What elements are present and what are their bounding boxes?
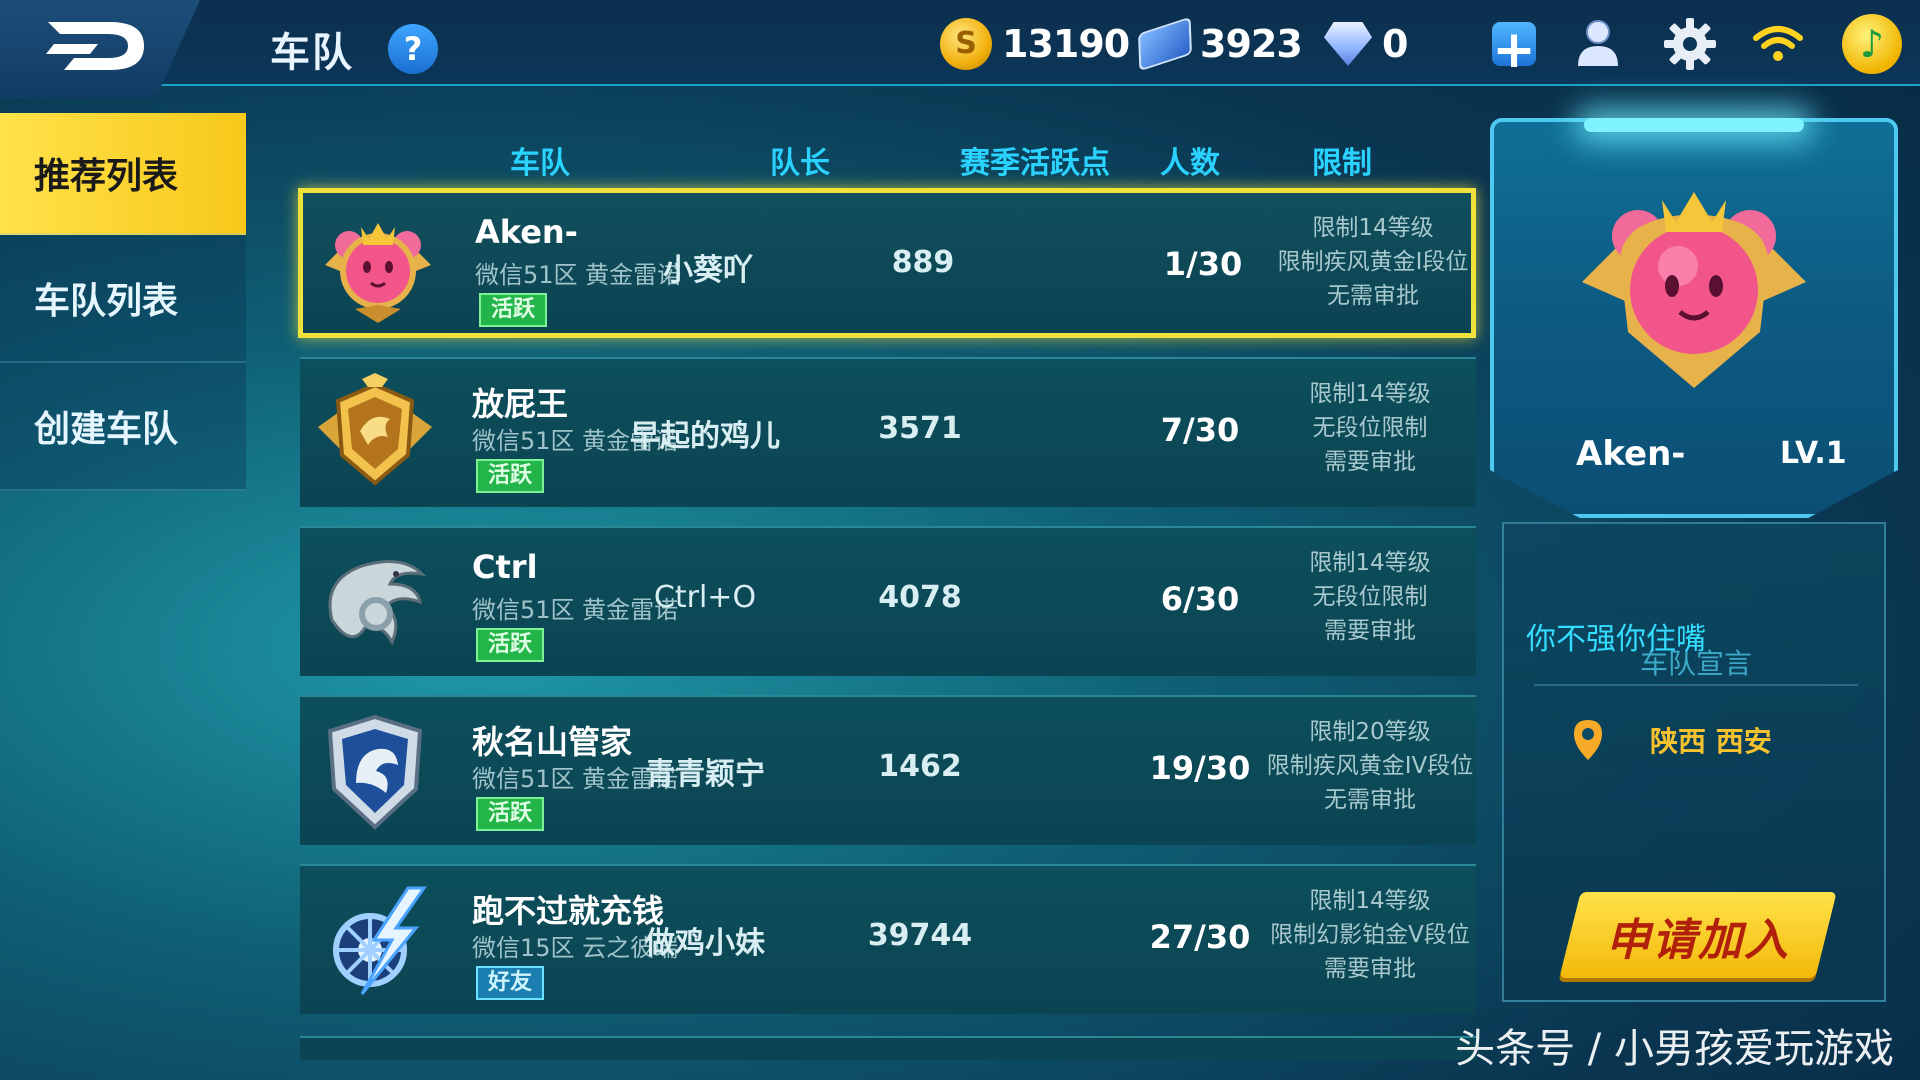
wifi-signal-icon xyxy=(1753,26,1803,61)
captain-name: 青青颖宁 xyxy=(645,757,765,792)
friends-icon[interactable] xyxy=(1568,14,1628,74)
active-badge: 活跃 xyxy=(479,293,548,327)
limit-level: 限制20等级 xyxy=(1309,719,1431,745)
header-members: 人数 xyxy=(1160,146,1220,181)
ticket-counter: 3923 xyxy=(1137,16,1303,72)
limit-level: 限制14等级 xyxy=(1309,888,1431,914)
captain-name: Ctrl+O xyxy=(653,580,757,615)
ticket-value: 3923 xyxy=(1200,22,1303,66)
pink-crown-emblem-large-icon xyxy=(1582,192,1806,388)
team-limits: 限制14等级 无段位限制 需要审批 xyxy=(1240,546,1500,648)
coin-icon: S xyxy=(940,18,992,70)
gold-eagle-emblem-icon xyxy=(318,373,432,486)
season-points: 889 xyxy=(891,245,955,280)
blue-shield-emblem-icon xyxy=(327,714,423,830)
limit-rank: 限制疾风黄金I段位 xyxy=(1277,249,1469,275)
team-name: Ctrl xyxy=(472,548,538,586)
next-row-partial[interactable] xyxy=(300,1036,1476,1060)
apply-join-label[interactable]: 申请加入 xyxy=(1570,904,1826,968)
settings-gear-icon[interactable] xyxy=(1660,14,1720,74)
limit-approval: 无需审批 xyxy=(1327,283,1419,309)
team-limits: 限制14等级 无段位限制 需要审批 xyxy=(1240,377,1500,479)
page-title: 车队 xyxy=(270,30,354,76)
pink-crown-emblem-icon xyxy=(325,223,431,323)
active-badge: 活跃 xyxy=(476,628,545,662)
friend-badge: 好友 xyxy=(476,966,545,1000)
captain-name: 早起的鸡儿 xyxy=(630,419,780,454)
team-limits: 限制14等级 限制疾风黄金I段位 无需审批 xyxy=(1243,211,1503,313)
add-currency-icon[interactable]: + xyxy=(1492,22,1536,78)
team-row[interactable]: 跑不过就充钱 微信15区 云之彼端 好友 做鸡小妹 39744 27/30 限制… xyxy=(300,864,1476,1014)
limit-rank: 限制幻影铂金V段位 xyxy=(1270,922,1470,948)
limit-rank: 无段位限制 xyxy=(1312,415,1428,441)
divider xyxy=(1534,684,1858,686)
limit-level: 限制14等级 xyxy=(1309,381,1431,407)
limit-rank: 限制疾风黄金IV段位 xyxy=(1266,753,1474,779)
diamond-value: 0 xyxy=(1382,22,1408,66)
diamond-icon xyxy=(1324,22,1372,66)
limit-level: 限制14等级 xyxy=(1309,550,1431,576)
team-name: 放屁王 xyxy=(472,385,569,423)
limit-approval: 需要审批 xyxy=(1324,449,1416,475)
sidebar-item-team-list[interactable]: 车队列表 xyxy=(0,235,246,363)
header-points: 赛季活跃点 xyxy=(960,146,1110,181)
limit-rank: 无段位限制 xyxy=(1312,584,1428,610)
captain-name: 小葵吖 xyxy=(663,253,753,288)
limit-approval: 无需审批 xyxy=(1324,787,1416,813)
help-button[interactable]: ? xyxy=(388,24,438,74)
team-row[interactable]: 放屁王 微信51区 黄金雷诺 活跃 早起的鸡儿 3571 7/30 限制14等级… xyxy=(300,357,1476,507)
header-team: 车队 xyxy=(510,146,570,181)
season-points: 3571 xyxy=(878,411,962,446)
team-row[interactable]: Ctrl 微信51区 黄金雷诺 活跃 Ctrl+O 4078 6/30 限制14… xyxy=(300,526,1476,676)
silver-dragon-emblem-icon xyxy=(328,560,427,646)
lightning-wheel-emblem-icon xyxy=(333,886,427,995)
music-icon[interactable]: ♪ xyxy=(1842,14,1902,74)
declaration-text: 你不强你住嘴 xyxy=(1526,622,1706,657)
season-points: 4078 xyxy=(878,580,962,615)
panel-team-name: Aken- xyxy=(1576,434,1686,474)
header-limit: 限制 xyxy=(1312,146,1372,181)
team-limits: 限制14等级 限制幻影铂金V段位 需要审批 xyxy=(1240,884,1500,986)
table-header: 车队 队长 赛季活跃点 人数 限制 xyxy=(0,138,1480,184)
captain-name: 做鸡小妹 xyxy=(645,926,765,961)
top-bar: 车队 ? S 13190 3923 0 + ♪ xyxy=(0,0,1920,98)
limit-level: 限制14等级 xyxy=(1312,215,1434,241)
sidebar-item-create-team[interactable]: 创建车队 xyxy=(0,363,246,491)
limit-approval: 需要审批 xyxy=(1324,618,1416,644)
team-row[interactable]: 秋名山管家 微信51区 黄金雷诺 活跃 青青颖宁 1462 19/30 限制20… xyxy=(300,695,1476,845)
diamond-counter: 0 xyxy=(1324,16,1408,72)
team-list: Aken- 微信51区 黄金雷诺 活跃 小葵吖 889 1/30 限制14等级 … xyxy=(298,188,1476,1033)
team-detail-panel: Aken- LV.1 车队宣言 xyxy=(1490,118,1898,1018)
header-captain: 队长 xyxy=(770,146,830,181)
ticket-icon xyxy=(1137,16,1193,72)
team-name: Aken- xyxy=(475,213,578,251)
limit-approval: 需要审批 xyxy=(1324,956,1416,982)
coin-value: 13190 xyxy=(1002,22,1130,66)
watermark: 头条号 / 小男孩爱玩游戏 xyxy=(1455,1026,1894,1072)
location-text: 陕西 西安 xyxy=(1650,725,1772,758)
season-points: 1462 xyxy=(878,749,962,784)
panel-glow xyxy=(1584,118,1804,132)
team-limits: 限制20等级 限制疾风黄金IV段位 无需审批 xyxy=(1240,715,1500,817)
panel-team-level: LV.1 xyxy=(1780,436,1847,471)
location-pin-icon xyxy=(1574,720,1602,760)
game-logo-icon[interactable] xyxy=(40,14,150,78)
season-points: 39744 xyxy=(867,918,973,953)
team-row[interactable]: Aken- 微信51区 黄金雷诺 活跃 小葵吖 889 1/30 限制14等级 … xyxy=(298,188,1476,338)
active-badge: 活跃 xyxy=(476,797,545,831)
active-badge: 活跃 xyxy=(476,459,545,493)
coin-counter: S 13190 xyxy=(940,16,1130,72)
